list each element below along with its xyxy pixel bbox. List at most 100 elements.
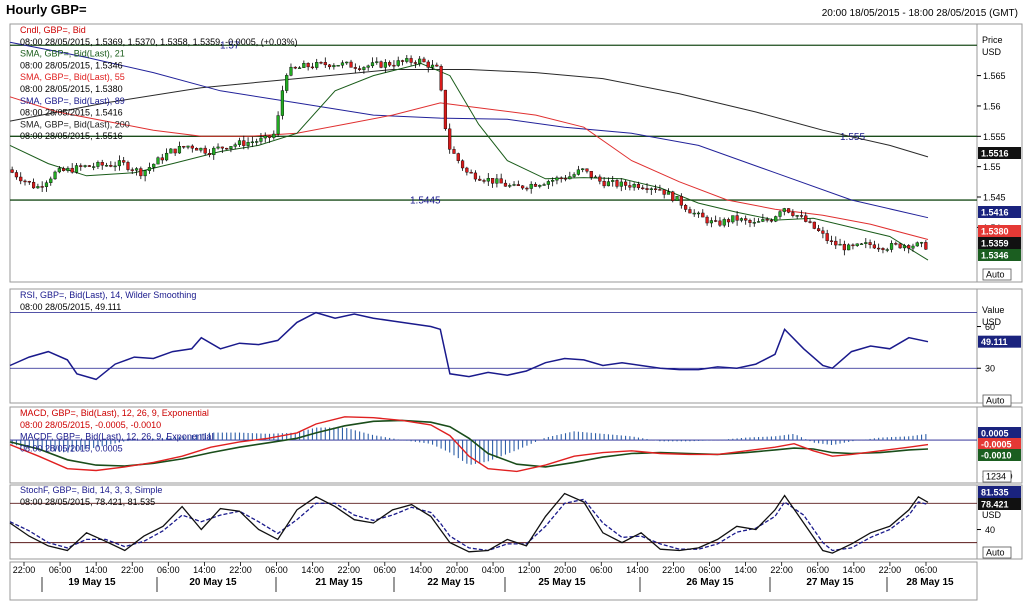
candle-down bbox=[409, 58, 413, 63]
candle-up bbox=[495, 178, 499, 184]
time-tick-label: 06:00 bbox=[590, 565, 613, 575]
panel-frame-rsi bbox=[9, 288, 978, 404]
candle-up bbox=[336, 65, 340, 67]
candle-down bbox=[14, 172, 19, 178]
candle-up bbox=[92, 166, 96, 168]
candle-up bbox=[147, 167, 152, 171]
candle-up bbox=[902, 245, 907, 249]
candle-up bbox=[280, 90, 284, 116]
stoch-value-tag: 81.535 bbox=[981, 488, 1009, 498]
price-value-tag: 1.5516 bbox=[981, 149, 1009, 159]
candle-down bbox=[615, 180, 619, 187]
candle-up bbox=[246, 142, 250, 146]
time-tick-label: 06:00 bbox=[698, 565, 721, 575]
candle-up bbox=[911, 245, 915, 249]
panel-frame-price bbox=[9, 23, 978, 283]
candle-down bbox=[452, 149, 456, 154]
candle-down bbox=[190, 145, 194, 149]
candle-down bbox=[465, 167, 469, 173]
candle-down bbox=[10, 169, 14, 173]
time-tick-label: 22:00 bbox=[337, 565, 360, 575]
candle-down bbox=[791, 212, 795, 216]
candle-down bbox=[267, 135, 272, 138]
candle-up bbox=[259, 137, 263, 142]
candle-down bbox=[907, 245, 911, 249]
candle-up bbox=[611, 180, 615, 182]
candle-down bbox=[388, 62, 392, 66]
candle-up bbox=[782, 208, 786, 212]
candle-down bbox=[679, 196, 683, 206]
candle-up bbox=[675, 196, 679, 201]
day-label: 22 May 15 bbox=[427, 577, 475, 588]
legend-line: 08:00 28/05/2015, 49.111 bbox=[20, 302, 121, 312]
candle-up bbox=[512, 184, 516, 186]
price-value-tag: 1.5380 bbox=[981, 227, 1009, 237]
candle-down bbox=[478, 178, 482, 181]
candle-down bbox=[851, 244, 855, 247]
candle-down bbox=[533, 183, 538, 187]
candle-up bbox=[606, 181, 611, 187]
candle-down bbox=[834, 240, 838, 246]
time-tick-label: 06:00 bbox=[915, 565, 938, 575]
legend-line: 08:00 28/05/2015, 78.421, 81.535 bbox=[20, 497, 155, 507]
legend-line: 08:00 28/05/2015, 1.5346 bbox=[20, 60, 123, 70]
candle-up bbox=[396, 60, 400, 66]
candle-up bbox=[572, 174, 576, 177]
panel-frame-macd bbox=[9, 406, 978, 484]
candle-up bbox=[555, 177, 559, 181]
price-tick-label: 1.545 bbox=[983, 193, 1006, 203]
legend-line: 08:00 28/05/2015, 1.5369, 1.5370, 1.5358… bbox=[20, 37, 297, 47]
macd-value-tag: -0.0005 bbox=[981, 440, 1012, 450]
candle-up bbox=[889, 243, 894, 250]
candle-down bbox=[443, 89, 448, 130]
candle-up bbox=[233, 144, 237, 147]
candle-down bbox=[353, 67, 357, 69]
candle-up bbox=[66, 167, 70, 171]
macd-value-tag: 0.0005 bbox=[981, 429, 1009, 439]
candle-up bbox=[774, 216, 778, 222]
candle-down bbox=[744, 218, 748, 221]
time-tick-label: 14:00 bbox=[626, 565, 649, 575]
candle-down bbox=[435, 64, 439, 67]
chart-canvas[interactable]: 1.571.5551.5445Cndl, GBP=, Bid08:00 28/0… bbox=[0, 0, 1024, 603]
candle-down bbox=[448, 128, 452, 150]
candle-down bbox=[804, 215, 808, 222]
candle-up bbox=[546, 181, 550, 185]
candle-down bbox=[735, 215, 739, 221]
candle-up bbox=[117, 160, 121, 167]
candle-down bbox=[602, 181, 606, 187]
candle-down bbox=[748, 220, 752, 223]
candle-up bbox=[152, 163, 156, 168]
candle-up bbox=[619, 181, 623, 187]
price-tick-label: 1.565 bbox=[983, 71, 1006, 81]
candle-down bbox=[62, 168, 66, 171]
candle-down bbox=[684, 205, 688, 210]
candle-down bbox=[701, 212, 705, 218]
legend-line: StochF, GBP=, Bid, 14, 3, 3, Simple bbox=[20, 485, 162, 495]
candle-down bbox=[31, 181, 36, 189]
macd-box: 1234 bbox=[986, 472, 1006, 482]
legend-line: 08:00 28/05/2015, 1.5416 bbox=[20, 108, 123, 118]
candle-down bbox=[598, 176, 602, 182]
time-tick-label: 22:00 bbox=[229, 565, 252, 575]
candle-down bbox=[872, 244, 876, 249]
legend-line: Cndl, GBP=, Bid bbox=[20, 25, 86, 35]
candle-up bbox=[96, 162, 100, 167]
candle-down bbox=[473, 172, 478, 180]
price-tick-label: 1.56 bbox=[983, 101, 1001, 111]
candle-up bbox=[529, 183, 533, 189]
candle-down bbox=[808, 221, 812, 223]
candle-down bbox=[654, 188, 658, 190]
candle-up bbox=[486, 178, 490, 182]
candle-up bbox=[370, 62, 375, 67]
candle-down bbox=[718, 220, 722, 226]
time-tick-label: 14:00 bbox=[410, 565, 433, 575]
candle-up bbox=[666, 191, 671, 195]
candle-up bbox=[430, 64, 435, 68]
candle-down bbox=[400, 60, 405, 62]
macd-value-tag: -0.0010 bbox=[981, 451, 1012, 461]
candle-down bbox=[623, 181, 628, 186]
candle-down bbox=[521, 185, 525, 189]
candle-up bbox=[859, 243, 864, 245]
candle-down bbox=[203, 147, 207, 154]
